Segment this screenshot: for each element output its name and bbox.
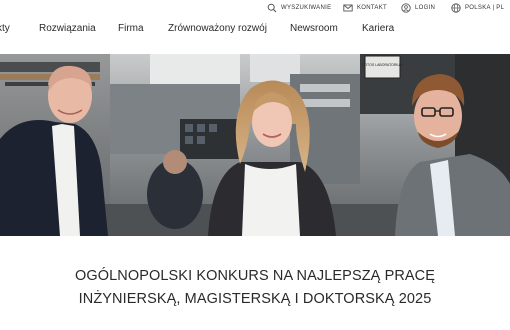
search-icon	[267, 3, 277, 13]
headline-line-1: OGÓLNOPOLSKI KONKURS NA NAJLEPSZĄ PRACĘ	[74, 268, 436, 284]
hero-photo: FOTOS LABORATORIUM	[0, 54, 510, 236]
nav-item-career[interactable]: Kariera	[362, 23, 394, 34]
login-label: LOGIN	[415, 5, 436, 11]
search-label: WYSZUKIWANIE	[281, 5, 332, 11]
lab-sign: FOTOS LABORATORIUM	[362, 63, 403, 67]
lab-sign-text: FOTOS LABORATORIUM	[362, 63, 403, 67]
login-link[interactable]: LOGIN	[401, 3, 435, 13]
nav-item-solutions[interactable]: Rozwiązania	[39, 23, 96, 34]
utility-bar: WYSZUKIWANIE KONTAKT LOGIN POLSKA | PL	[0, 0, 510, 16]
language-label: POLSKA | PL	[465, 5, 505, 11]
nav-item-newsroom[interactable]: Newsroom	[290, 23, 338, 34]
contact-link[interactable]: KONTAKT	[343, 3, 387, 13]
nav-item-company[interactable]: Firma	[118, 23, 144, 34]
main-nav: kty Rozwiązania Firma Zrównoważony rozwó…	[0, 18, 510, 42]
page-headline: OGÓLNOPOLSKI KONKURS NA NAJLEPSZĄ PRACĘ …	[0, 265, 510, 311]
nav-item-sustainability[interactable]: Zrównoważony rozwój	[168, 23, 267, 34]
mail-icon	[343, 4, 353, 12]
user-icon	[401, 3, 411, 13]
hero-image: FOTOS LABORATORIUM	[0, 54, 510, 236]
contact-label: KONTAKT	[357, 5, 387, 11]
search-link[interactable]: WYSZUKIWANIE	[267, 3, 331, 13]
language-selector[interactable]: POLSKA | PL	[451, 3, 504, 13]
nav-item-products[interactable]: kty	[0, 23, 10, 34]
globe-icon	[451, 3, 461, 13]
headline-line-2: INŻYNIERSKĄ, MAGISTERSKĄ I DOKTORSKĄ 202…	[78, 291, 432, 307]
